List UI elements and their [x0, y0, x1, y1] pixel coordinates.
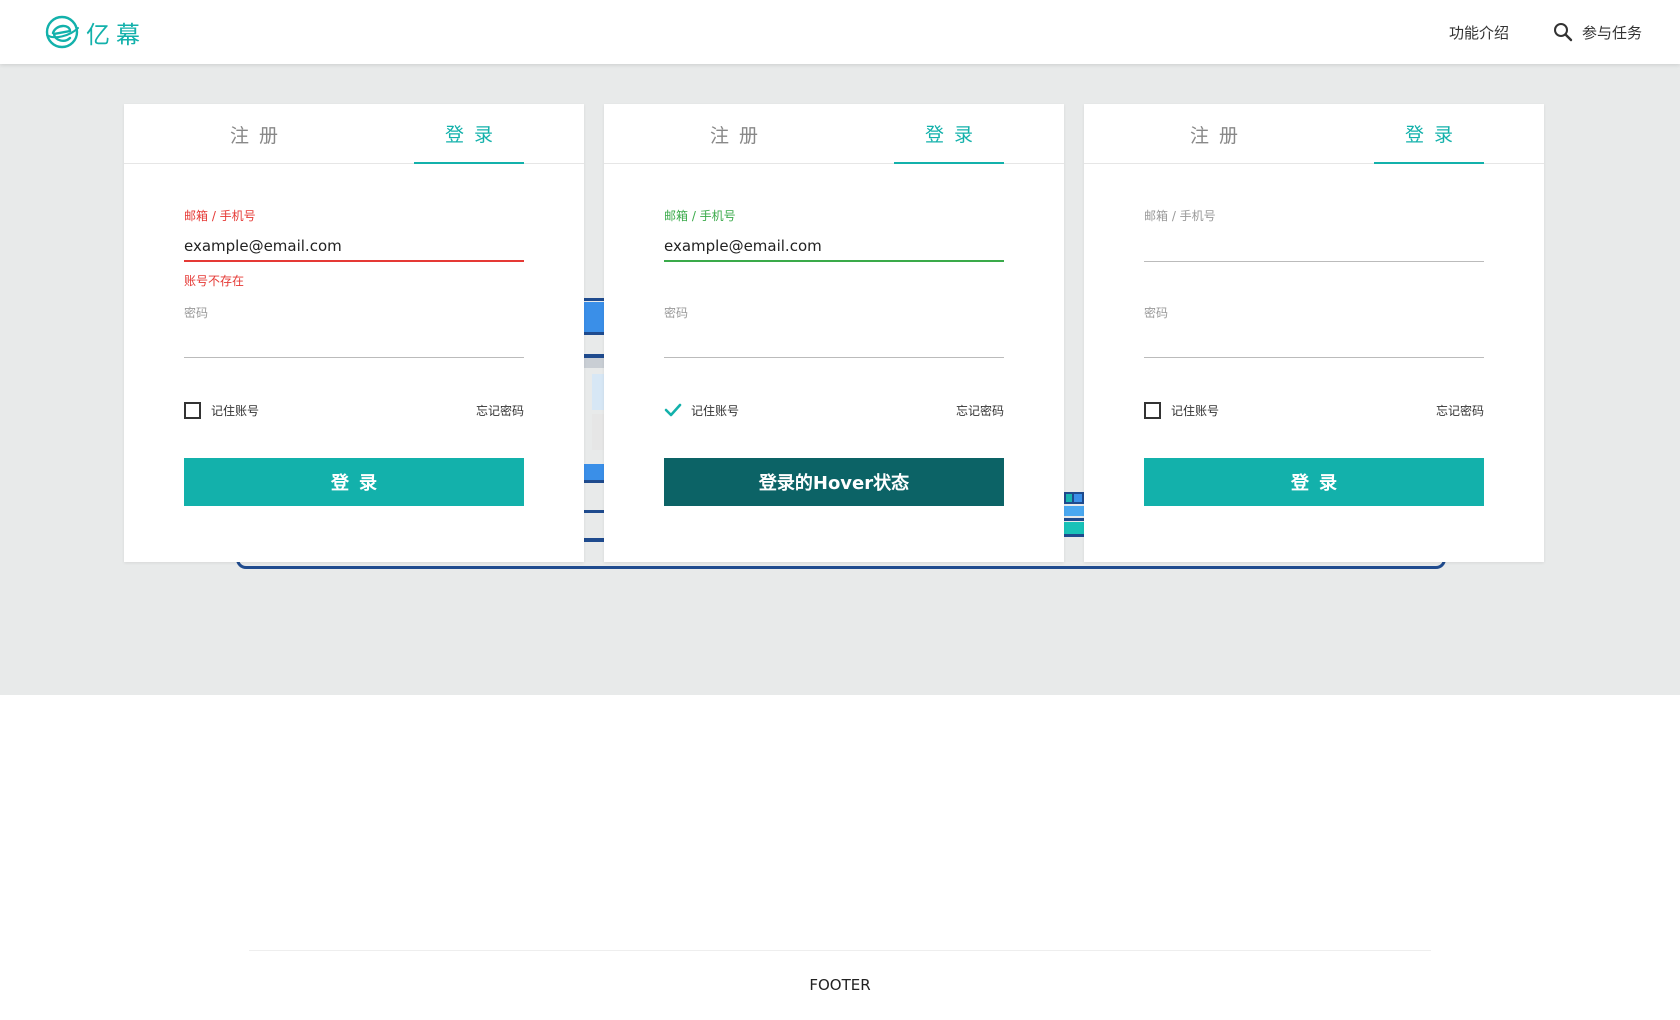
password-label: 密码: [664, 306, 689, 320]
password-input[interactable]: [664, 328, 1004, 358]
remember-account-checkbox[interactable]: 记住账号: [664, 401, 739, 419]
search-icon: [1553, 23, 1573, 42]
email-phone-input[interactable]: [184, 232, 524, 262]
logo-icon: [45, 15, 79, 49]
forgot-password-link[interactable]: 忘记密码: [476, 402, 524, 419]
remember-account-checkbox[interactable]: 记住账号: [1144, 401, 1220, 419]
nav-join-task[interactable]: 参与任务: [1553, 22, 1642, 43]
footer-divider: [249, 950, 1431, 951]
login-button[interactable]: 登录: [184, 458, 524, 506]
remember-row: 记住账号 忘记密码: [1144, 400, 1484, 420]
tab-register[interactable]: 注册: [199, 104, 309, 164]
logo[interactable]: 亿幕: [44, 14, 146, 50]
email-phone-label: 邮箱 / 手机号: [664, 209, 736, 223]
remember-account-checkbox[interactable]: 记住账号: [184, 401, 260, 419]
tab-login[interactable]: 登录: [894, 104, 1004, 164]
remember-row: 记住账号 忘记密码: [664, 400, 1004, 420]
remember-account-label: 记住账号: [1171, 403, 1220, 418]
nav-features[interactable]: 功能介绍: [1449, 22, 1509, 43]
forgot-password-link[interactable]: 忘记密码: [1436, 402, 1484, 419]
illustration-fragment-right: [1064, 492, 1084, 537]
email-phone-input[interactable]: [664, 232, 1004, 262]
login-card-default: 注册 登录 邮箱 / 手机号 密码 记住账号 忘记密码 登录: [1084, 104, 1544, 562]
tab-login[interactable]: 登录: [1374, 104, 1484, 164]
login-button-hover[interactable]: 登录的Hover状态: [664, 458, 1004, 506]
tab-register[interactable]: 注册: [1159, 104, 1269, 164]
email-phone-input[interactable]: [1144, 232, 1484, 262]
email-phone-label: 邮箱 / 手机号: [1144, 209, 1216, 223]
checkmark-icon: [664, 403, 682, 417]
password-input[interactable]: [1144, 328, 1484, 358]
nav-join-task-label: 参与任务: [1581, 23, 1642, 42]
login-card-hover: 注册 登录 邮箱 / 手机号 密码 记住账号 忘记密码 登录的Hover状态: [604, 104, 1064, 562]
password-input[interactable]: [184, 328, 524, 358]
checkbox-unchecked-icon: [184, 401, 201, 419]
remember-account-label: 记住账号: [211, 403, 260, 418]
card-tabs: 注册 登录: [604, 104, 1064, 164]
illustration-fragment-left: [584, 298, 604, 542]
nav-features-label: 功能介绍: [1448, 23, 1509, 42]
tab-register[interactable]: 注册: [679, 104, 789, 164]
error-message: 账号不存在: [184, 274, 245, 288]
tab-login[interactable]: 登录: [414, 104, 524, 164]
login-card-error: 注册 登录 邮箱 / 手机号 账号不存在 密码 记住账号 忘记密码 登录: [124, 104, 584, 562]
remember-account-label: 记住账号: [691, 403, 740, 418]
password-label: 密码: [1144, 306, 1169, 320]
login-button[interactable]: 登录: [1144, 458, 1484, 506]
top-nav: 功能介绍 参与任务: [1449, 0, 1642, 64]
forgot-password-link[interactable]: 忘记密码: [956, 402, 1004, 419]
remember-row: 记住账号 忘记密码: [184, 400, 524, 420]
top-header: 亿幕 功能介绍 参与任务: [0, 0, 1680, 64]
email-phone-label: 邮箱 / 手机号: [184, 209, 256, 223]
card-tabs: 注册 登录: [1084, 104, 1544, 164]
footer: FOOTER: [809, 976, 871, 994]
logo-text: 亿幕: [86, 20, 146, 49]
checkbox-unchecked-icon: [1144, 401, 1161, 419]
card-tabs: 注册 登录: [124, 104, 584, 164]
password-label: 密码: [184, 306, 209, 320]
